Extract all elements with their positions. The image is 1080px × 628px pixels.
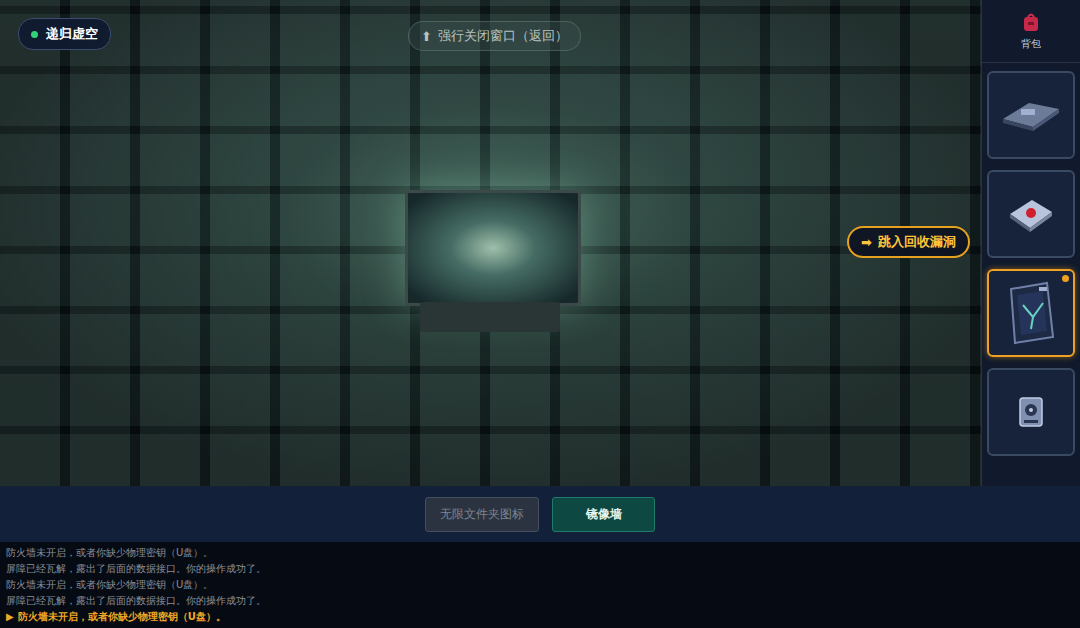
- marker-icon: ▶: [6, 611, 14, 622]
- inventory-panel: 背包: [981, 0, 1080, 486]
- inventory-title: 背包: [1021, 37, 1041, 51]
- inventory-header[interactable]: 背包: [982, 0, 1080, 63]
- inventory-slot[interactable]: [987, 71, 1075, 159]
- log-line: ▶ 防火墙未开启，或者你缺少物理密钥（U盘）。: [6, 609, 1074, 625]
- log-text: 防火墙未开启，或者你缺少物理密钥（U盘）。: [6, 579, 213, 590]
- log-text: 屏障已经瓦解，露出了后面的数据接口。你的操作成功了。: [6, 595, 266, 606]
- new-dot-icon: [1062, 275, 1069, 282]
- status-dot-icon: [31, 31, 38, 38]
- action-bar: 无限文件夹图标 镜像墙: [0, 486, 1080, 542]
- hard-drive-icon: [1016, 395, 1046, 429]
- monitor-stand: [420, 302, 560, 332]
- action-label: 无限文件夹图标: [440, 507, 524, 521]
- inventory-slots: [987, 63, 1075, 456]
- inventory-slot[interactable]: [987, 170, 1075, 258]
- action-label: 镜像墙: [586, 507, 622, 521]
- log-line: 防火墙未开启，或者你缺少物理密钥（U盘）。: [6, 577, 1074, 593]
- cracked-screen-icon: [1003, 281, 1059, 345]
- hotspot-button[interactable]: ➡ 跳入回收漏洞: [847, 226, 970, 258]
- circuit-board-icon: [999, 95, 1063, 135]
- location-label: 递归虚空: [46, 25, 98, 43]
- inventory-slot[interactable]: [987, 269, 1075, 357]
- hotspot-label: 强行关闭窗口（返回）: [438, 27, 568, 45]
- hotspot-button[interactable]: ⬆ 强行关闭窗口（返回）: [408, 21, 581, 51]
- log-text: 防火墙未开启，或者你缺少物理密钥（U盘）。: [18, 611, 226, 622]
- message-log: 防火墙未开启，或者你缺少物理密钥（U盘）。屏障已经瓦解，露出了后面的数据接口。你…: [0, 542, 1080, 628]
- location-badge: 递归虚空: [18, 18, 111, 50]
- log-line: 屏障已经瓦解，露出了后面的数据接口。你的操作成功了。: [6, 593, 1074, 609]
- main-area: 递归虚空 ⬆ 强行关闭窗口（返回） ➡ 跳入回收漏洞 背包: [0, 0, 1080, 486]
- action-button[interactable]: 镜像墙: [552, 497, 655, 532]
- game-screen: 递归虚空 ⬆ 强行关闭窗口（返回） ➡ 跳入回收漏洞 背包无限文件夹图标 镜像墙防火墙未开启…: [0, 0, 1080, 628]
- log-line: 防火墙未开启，或者你缺少物理密钥（U盘）。: [6, 545, 1074, 561]
- arrow-icon: ⬆: [421, 29, 432, 44]
- action-button: 无限文件夹图标: [425, 497, 539, 532]
- log-text: 防火墙未开启，或者你缺少物理密钥（U盘）。: [6, 547, 213, 558]
- central-monitor[interactable]: [405, 190, 581, 306]
- inventory-slot[interactable]: [987, 368, 1075, 456]
- log-line: 屏障已经瓦解，露出了后面的数据接口。你的操作成功了。: [6, 561, 1074, 577]
- log-text: 屏障已经瓦解，露出了后面的数据接口。你的操作成功了。: [6, 563, 266, 574]
- bag-icon: [1022, 12, 1040, 34]
- scene-view: 递归虚空 ⬆ 强行关闭窗口（返回） ➡ 跳入回收漏洞: [0, 0, 981, 486]
- hotspot-label: 跳入回收漏洞: [878, 233, 956, 251]
- red-button-device-icon: [1006, 194, 1056, 234]
- arrow-icon: ➡: [861, 235, 872, 250]
